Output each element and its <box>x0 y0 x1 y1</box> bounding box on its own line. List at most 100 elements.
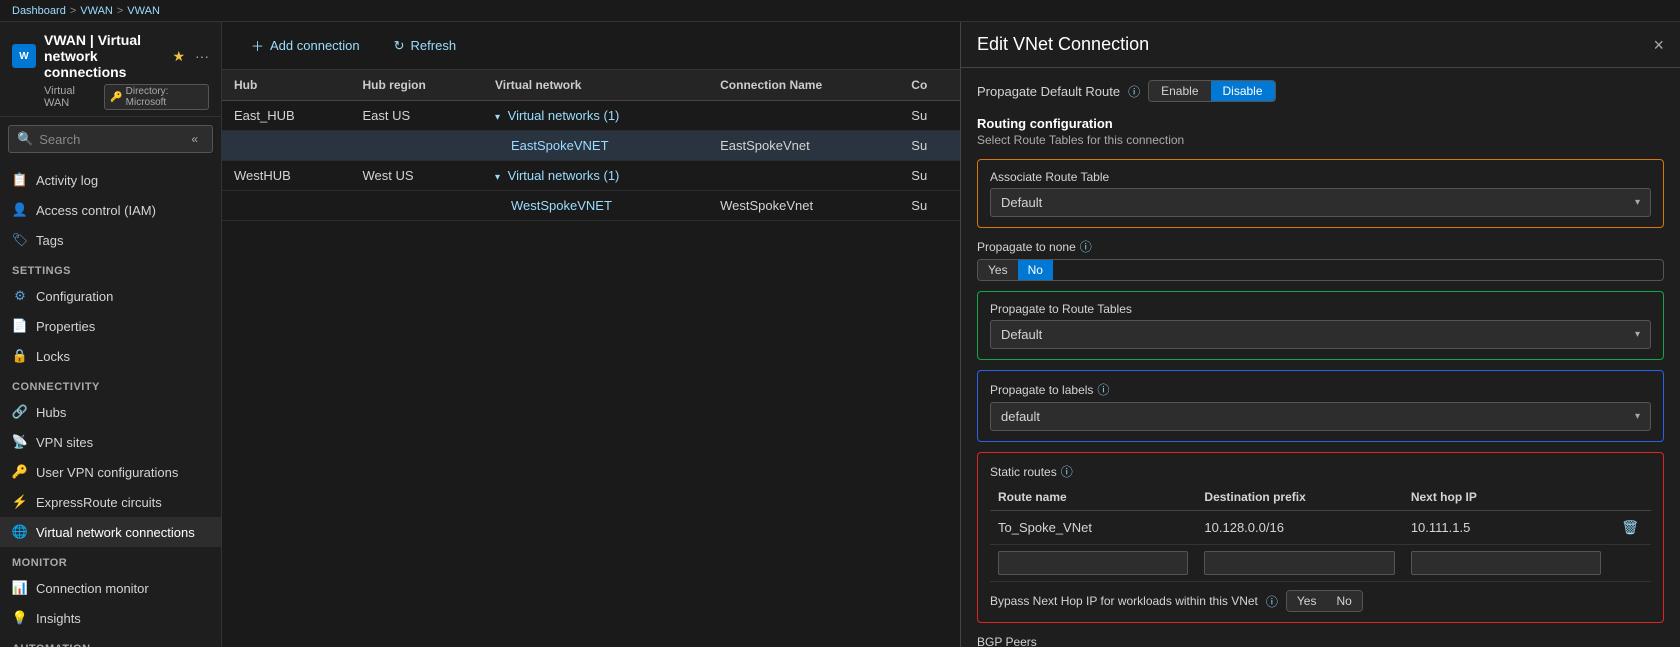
static-routes-section: Static routes ⓘ Route name Destination p… <box>977 452 1664 623</box>
refresh-icon: ↻ <box>394 38 405 54</box>
panel-title: Edit VNet Connection <box>977 34 1149 55</box>
toolbar: ＋ Add connection ↻ Refresh <box>222 22 960 70</box>
panel-close-button[interactable]: × <box>1653 36 1664 54</box>
collapse-sidebar-button[interactable]: « <box>185 130 204 148</box>
sidebar-item-vpn-sites[interactable]: 📡 VPN sites <box>0 427 221 457</box>
sidebar: W VWAN | Virtual network connections ★ ·… <box>0 22 222 647</box>
vnet-link[interactable]: EastSpokeVNET <box>495 138 609 153</box>
sidebar-item-user-vpn[interactable]: 🔑 User VPN configurations <box>0 457 221 487</box>
col-route-name: Route name <box>990 484 1196 511</box>
bypass-info-icon[interactable]: ⓘ <box>1266 593 1278 610</box>
sidebar-item-label: Virtual network connections <box>36 525 195 540</box>
add-connection-button[interactable]: ＋ Add connection <box>238 30 373 61</box>
propagate-none-yes-button[interactable]: Yes <box>978 260 1018 280</box>
favorite-button[interactable]: ★ <box>172 48 185 65</box>
configuration-icon: ⚙ <box>12 288 28 304</box>
sidebar-item-properties[interactable]: 📄 Properties <box>0 311 221 341</box>
static-route-new-row <box>990 545 1651 582</box>
propagate-info-icon[interactable]: ⓘ <box>1128 83 1140 100</box>
col-next-hop-ip: Next hop IP <box>1403 484 1609 511</box>
table-row[interactable]: WestHUB West US ▾ Virtual networks (1) S… <box>222 161 960 191</box>
bypass-toggle: Yes No <box>1286 590 1363 612</box>
sidebar-item-connection-monitor[interactable]: 📊 Connection monitor <box>0 573 221 603</box>
vpn-sites-icon: 📡 <box>12 434 28 450</box>
sidebar-item-access-control[interactable]: 👤 Access control (IAM) <box>0 195 221 225</box>
resource-icon: W <box>12 44 36 68</box>
new-next-hop-ip-input[interactable] <box>1411 551 1601 575</box>
sidebar-item-label: Access control (IAM) <box>36 203 156 218</box>
associate-route-table-dropdown[interactable]: Default ▾ <box>990 188 1651 217</box>
static-routes-info-icon[interactable]: ⓘ <box>1061 463 1073 480</box>
new-destination-prefix-cell <box>1196 545 1402 582</box>
col-actions <box>1609 484 1651 511</box>
propagate-none-info-icon[interactable]: ⓘ <box>1080 238 1092 255</box>
panel-header: Edit VNet Connection × <box>961 22 1680 68</box>
table-row[interactable]: East_HUB East US ▾ Virtual networks (1) … <box>222 101 960 131</box>
sidebar-item-label: Locks <box>36 349 70 364</box>
enable-button[interactable]: Enable <box>1149 81 1210 101</box>
breadcrumb-vwan1[interactable]: VWAN <box>80 5 113 17</box>
bypass-yes-button[interactable]: Yes <box>1287 591 1327 611</box>
edit-panel: Edit VNet Connection × Propagate Default… <box>960 22 1680 647</box>
settings-section-label: Settings <box>0 255 221 281</box>
delete-route-button[interactable]: 🗑 <box>1617 517 1643 538</box>
bypass-row: Bypass Next Hop IP for workloads within … <box>990 590 1651 612</box>
directory-label: Directory: Microsoft <box>126 86 203 108</box>
propagate-route-tables-dropdown[interactable]: Default ▾ <box>990 320 1651 349</box>
chevron-down-icon: ▾ <box>1635 411 1640 422</box>
bgp-peers-section: BGP Peers Name ⇅ ASN ⇅ IPv4 Address ⇅ <box>977 635 1664 647</box>
sidebar-item-label: Insights <box>36 611 81 626</box>
sidebar-item-label: ExpressRoute circuits <box>36 495 162 510</box>
sidebar-item-configuration[interactable]: ⚙ Configuration <box>0 281 221 311</box>
delete-cell: 🗑 <box>1609 511 1651 545</box>
cell-vnet: WestSpokeVNET <box>483 191 708 221</box>
propagate-route-tables-section: Propagate to Route Tables Default ▾ <box>977 291 1664 360</box>
sidebar-item-tags[interactable]: 🏷 Tags <box>0 225 221 255</box>
propagate-to-none-row: Propagate to none ⓘ Yes No <box>977 238 1664 281</box>
content-area: ＋ Add connection ↻ Refresh Hub Hub regio… <box>222 22 960 647</box>
new-route-name-input[interactable] <box>998 551 1188 575</box>
sidebar-item-vnet-connections[interactable]: 🌐 Virtual network connections <box>0 517 221 547</box>
sidebar-item-hubs[interactable]: 🔗 Hubs <box>0 397 221 427</box>
associate-route-table-label: Associate Route Table <box>990 170 1651 184</box>
search-container: 🔍 « <box>8 125 213 153</box>
locks-icon: 🔒 <box>12 348 28 364</box>
table-row[interactable]: EastSpokeVNET EastSpokeVnet Su <box>222 131 960 161</box>
vnet-group-link[interactable]: Virtual networks (1) <box>508 168 620 183</box>
sidebar-item-activity-log[interactable]: 📋 Activity log <box>0 165 221 195</box>
propagate-labels-info-icon[interactable]: ⓘ <box>1097 381 1109 398</box>
cell-connection-name: WestSpokeVnet <box>708 191 899 221</box>
disable-button[interactable]: Disable <box>1211 81 1275 101</box>
sidebar-item-locks[interactable]: 🔒 Locks <box>0 341 221 371</box>
next-hop-ip-cell: 10.111.1.5 <box>1403 511 1609 545</box>
propagate-route-tables-value: Default <box>1001 327 1042 342</box>
col-status: Co <box>899 70 960 101</box>
search-icon: 🔍 <box>17 131 33 147</box>
propagate-labels-dropdown[interactable]: default ▾ <box>990 402 1651 431</box>
vnet-group-link[interactable]: Virtual networks (1) <box>508 108 620 123</box>
propagate-none-label: Propagate to none ⓘ <box>977 238 1664 255</box>
col-destination-prefix: Destination prefix <box>1196 484 1402 511</box>
propagate-none-no-button[interactable]: No <box>1018 260 1053 280</box>
connection-monitor-icon: 📊 <box>12 580 28 596</box>
breadcrumb-vwan2[interactable]: VWAN <box>127 5 160 17</box>
refresh-button[interactable]: ↻ Refresh <box>381 32 469 60</box>
cell-status: Su <box>899 161 960 191</box>
breadcrumb-dashboard[interactable]: Dashboard <box>12 5 66 17</box>
new-destination-prefix-input[interactable] <box>1204 551 1394 575</box>
cell-connection-name: EastSpokeVnet <box>708 131 899 161</box>
bypass-no-button[interactable]: No <box>1326 591 1361 611</box>
sidebar-item-label: VPN sites <box>36 435 93 450</box>
static-route-row: To_Spoke_VNet 10.128.0.0/16 10.111.1.5 🗑 <box>990 511 1651 545</box>
sidebar-item-expressroute[interactable]: ⚡ ExpressRoute circuits <box>0 487 221 517</box>
vnet-link[interactable]: WestSpokeVNET <box>495 198 612 213</box>
search-input[interactable] <box>39 132 179 147</box>
cell-hub <box>222 131 351 161</box>
more-button[interactable]: ··· <box>195 48 209 64</box>
sidebar-item-label: Connection monitor <box>36 581 149 596</box>
insights-icon: 💡 <box>12 610 28 626</box>
table-row[interactable]: WestSpokeVNET WestSpokeVnet Su <box>222 191 960 221</box>
resource-meta: Virtual WAN 🔑 Directory: Microsoft <box>44 84 209 110</box>
sidebar-header: W VWAN | Virtual network connections ★ ·… <box>0 22 221 117</box>
sidebar-item-insights[interactable]: 💡 Insights <box>0 603 221 633</box>
